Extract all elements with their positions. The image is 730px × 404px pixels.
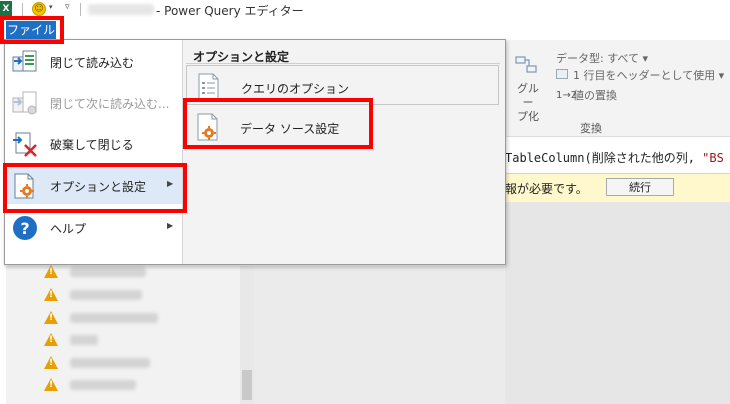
workbook-name-redacted (88, 4, 154, 15)
queries-pane-gap (254, 266, 505, 404)
warning-icon (44, 378, 58, 391)
formula-string-literal: "BS (702, 151, 724, 165)
query-name-redacted (70, 358, 150, 368)
close-load-to-icon (12, 91, 37, 115)
group-by-label-line2: プ化 (517, 110, 539, 123)
group-by-button[interactable]: グルー プ化 (514, 82, 542, 124)
highlight-file-tab (0, 16, 64, 44)
query-name-redacted (70, 335, 98, 345)
data-preview-area (505, 202, 730, 404)
warning-icon (44, 288, 58, 301)
table-header-icon (556, 69, 568, 79)
warning-message: 報が必要です。 (505, 182, 588, 196)
smiley-feedback-icon[interactable]: ☺ (32, 2, 46, 16)
excel-icon: X (0, 1, 12, 17)
menu-item-label: 破棄して閉じる (50, 138, 134, 152)
quick-access-customize-icon[interactable]: ▿ (65, 2, 70, 12)
close-and-load-to-menu-item: 閉じて次に読み込む... (5, 83, 182, 121)
query-name-redacted (70, 267, 146, 277)
help-icon: ? (13, 216, 37, 240)
warning-icon (44, 311, 58, 324)
menu-item-label: 閉じて次に読み込む... (50, 97, 170, 111)
menu-item-label: ヘルプ (50, 222, 87, 236)
formula-text[interactable]: TableColumn(削除された他の列, "BS (505, 149, 724, 166)
group-by-label-line1: グルー (517, 82, 539, 109)
close-load-icon (12, 50, 37, 72)
group-by-icon (515, 56, 537, 73)
menu-item-label: 閉じて読み込む (50, 56, 135, 70)
ribbon-group-caption: 変換 (580, 122, 602, 135)
window-title: - Power Query エディター (156, 4, 304, 18)
data-type-dropdown[interactable]: データ型: すべて ▾ (556, 50, 648, 66)
discard-and-close-menu-item[interactable]: 破棄して閉じる (5, 124, 182, 162)
svg-text:?: ? (20, 219, 29, 238)
quick-access-divider (22, 3, 23, 16)
queries-scrollbar-thumb[interactable] (242, 370, 252, 400)
submenu-title-underline (186, 63, 500, 64)
highlight-options-settings (3, 163, 187, 213)
help-menu-item[interactable]: ? ヘルプ ▶ (5, 208, 182, 246)
discard-close-icon (13, 132, 37, 157)
warning-icon (44, 333, 58, 346)
warning-icon (44, 356, 58, 369)
highlight-data-source-settings (183, 98, 373, 149)
chevron-down-icon[interactable]: ▾ (49, 3, 53, 11)
formula-code: TableColumn(削除された他の列, (505, 151, 703, 165)
continue-button[interactable]: 続行 (606, 178, 674, 196)
query-name-redacted (70, 380, 136, 390)
query-name-redacted (70, 313, 158, 323)
warning-icon (44, 265, 58, 278)
quick-access-divider (80, 3, 81, 16)
query-name-redacted (70, 290, 142, 300)
submenu-arrow-icon: ▶ (167, 221, 174, 230)
replace-values-button[interactable]: 値の置換 (573, 87, 617, 103)
use-first-row-as-header-button[interactable]: 1 行目をヘッダーとして使用 ▾ (573, 67, 724, 83)
submenu-item-label: クエリのオプション (241, 82, 350, 96)
close-and-load-menu-item[interactable]: 閉じて読み込む (5, 42, 182, 80)
